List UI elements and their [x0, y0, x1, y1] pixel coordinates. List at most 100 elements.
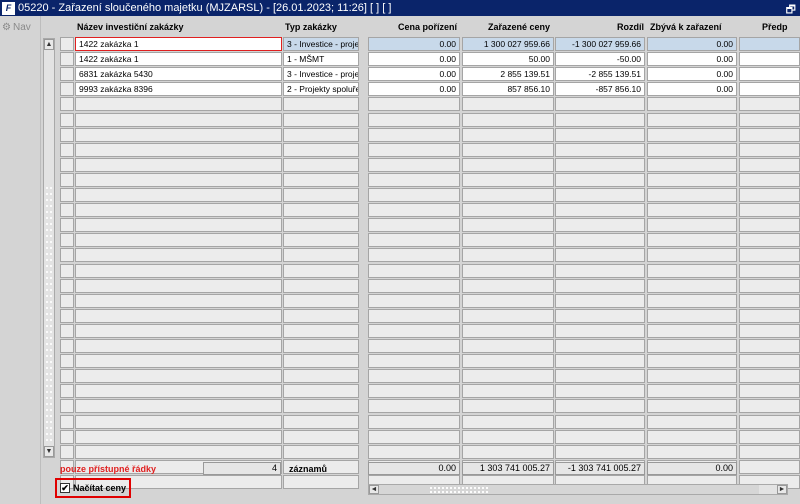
cell-nazev[interactable]	[75, 127, 282, 142]
scroll-left-icon[interactable]: ◄	[369, 485, 379, 494]
cell-zbyva[interactable]	[647, 218, 737, 233]
cell-cena[interactable]	[368, 97, 460, 112]
row-selector[interactable]	[60, 369, 74, 384]
cell-rozdil[interactable]	[555, 414, 645, 429]
cell-nazev[interactable]	[75, 97, 282, 112]
cell-nazev[interactable]	[75, 218, 282, 233]
cell-cena[interactable]	[368, 323, 460, 338]
cell-rozdil[interactable]	[555, 112, 645, 127]
cell-typ[interactable]	[283, 172, 359, 187]
cell-predp[interactable]	[739, 233, 800, 248]
cell-rozdil[interactable]	[555, 369, 645, 384]
cell-rozdil[interactable]	[555, 142, 645, 157]
cell-nazev[interactable]	[75, 354, 282, 369]
cell-nazev[interactable]	[75, 112, 282, 127]
row-selector[interactable]	[60, 97, 74, 112]
cell-zarazene[interactable]	[462, 323, 554, 338]
cell-predp[interactable]	[739, 308, 800, 323]
cell-cena[interactable]	[368, 142, 460, 157]
cell-cena[interactable]	[368, 444, 460, 459]
cell-typ[interactable]	[283, 369, 359, 384]
cell-nazev[interactable]	[75, 263, 282, 278]
cell-cena[interactable]	[368, 339, 460, 353]
cell-zbyva[interactable]	[647, 399, 737, 414]
cell-cena[interactable]	[368, 127, 460, 142]
cell-cena[interactable]	[368, 278, 460, 293]
cell-cena[interactable]	[368, 218, 460, 233]
cell-zbyva[interactable]	[647, 157, 737, 172]
cell-cena[interactable]	[368, 354, 460, 369]
row-selector[interactable]	[60, 188, 74, 202]
cell-cena[interactable]	[368, 369, 460, 384]
cell-nazev[interactable]	[75, 248, 282, 263]
cell-zarazene[interactable]	[462, 233, 554, 248]
cell-zarazene[interactable]	[462, 308, 554, 323]
cell-nazev[interactable]: 6831 zakázka 5430	[75, 67, 282, 82]
row-selector[interactable]	[60, 157, 74, 172]
scroll-right-icon[interactable]: ►	[777, 485, 787, 494]
cell-zbyva[interactable]: 0.00	[647, 82, 737, 97]
cell-zbyva[interactable]	[647, 369, 737, 384]
cell-rozdil[interactable]	[555, 399, 645, 414]
cell-typ[interactable]	[283, 323, 359, 338]
cell-typ[interactable]	[283, 414, 359, 429]
cell-zbyva[interactable]	[647, 354, 737, 369]
cell-cena[interactable]: 0.00	[368, 82, 460, 97]
cell-zbyva[interactable]: 0.00	[647, 37, 737, 51]
cell-nazev[interactable]	[75, 188, 282, 202]
nacitat-ceny-checkbox[interactable]: ✔ Načítat ceny	[55, 478, 131, 498]
cell-zarazene[interactable]	[462, 203, 554, 218]
cell-zarazene[interactable]	[462, 414, 554, 429]
cell-rozdil[interactable]	[555, 339, 645, 353]
cell-predp[interactable]	[739, 157, 800, 172]
row-selector[interactable]	[60, 67, 74, 82]
cell-zarazene[interactable]	[462, 188, 554, 202]
restore-window-icon[interactable]: 🗗	[786, 1, 796, 20]
cell-cena[interactable]	[368, 429, 460, 444]
cell-zbyva[interactable]	[647, 293, 737, 308]
cell-rozdil[interactable]: -2 855 139.51	[555, 67, 645, 82]
cell-nazev[interactable]	[75, 142, 282, 157]
cell-predp[interactable]	[739, 67, 800, 82]
cell-cena[interactable]	[368, 233, 460, 248]
cell-typ[interactable]	[283, 97, 359, 112]
cell-nazev[interactable]	[75, 429, 282, 444]
cell-zarazene[interactable]	[462, 384, 554, 399]
cell-rozdil[interactable]	[555, 263, 645, 278]
cell-zbyva[interactable]	[647, 142, 737, 157]
cell-rozdil[interactable]	[555, 384, 645, 399]
cell-cena[interactable]: 0.00	[368, 37, 460, 51]
cell-zbyva[interactable]	[647, 323, 737, 338]
cell-cena[interactable]	[368, 384, 460, 399]
scroll-up-icon[interactable]: ▲	[44, 39, 54, 50]
cell-typ[interactable]	[283, 142, 359, 157]
cell-predp[interactable]	[739, 429, 800, 444]
cell-zarazene[interactable]	[462, 293, 554, 308]
cell-predp[interactable]	[739, 248, 800, 263]
row-selector[interactable]	[60, 278, 74, 293]
cell-cena[interactable]	[368, 157, 460, 172]
nav-toggle[interactable]: ⚙ Nav	[2, 22, 31, 33]
row-selector[interactable]	[60, 52, 74, 67]
cell-nazev[interactable]	[75, 339, 282, 353]
cell-nazev[interactable]: 1422 zakázka 1	[75, 52, 282, 67]
cell-zarazene[interactable]: 50.00	[462, 52, 554, 67]
cell-typ[interactable]	[283, 308, 359, 323]
cell-zbyva[interactable]	[647, 429, 737, 444]
row-selector[interactable]	[60, 263, 74, 278]
cell-rozdil[interactable]	[555, 127, 645, 142]
row-selector[interactable]	[60, 323, 74, 338]
cell-typ[interactable]: 3 - Investice - proje	[283, 67, 359, 82]
cell-rozdil[interactable]	[555, 203, 645, 218]
row-selector[interactable]	[60, 339, 74, 353]
cell-zbyva[interactable]	[647, 172, 737, 187]
cell-cena[interactable]	[368, 248, 460, 263]
cell-rozdil[interactable]	[555, 278, 645, 293]
cell-rozdil[interactable]	[555, 233, 645, 248]
row-selector[interactable]	[60, 203, 74, 218]
scroll-down-icon[interactable]: ▼	[44, 446, 54, 457]
checkbox-check-icon[interactable]: ✔	[60, 483, 70, 493]
cell-rozdil[interactable]	[555, 248, 645, 263]
cell-zarazene[interactable]	[462, 429, 554, 444]
cell-zbyva[interactable]	[647, 339, 737, 353]
